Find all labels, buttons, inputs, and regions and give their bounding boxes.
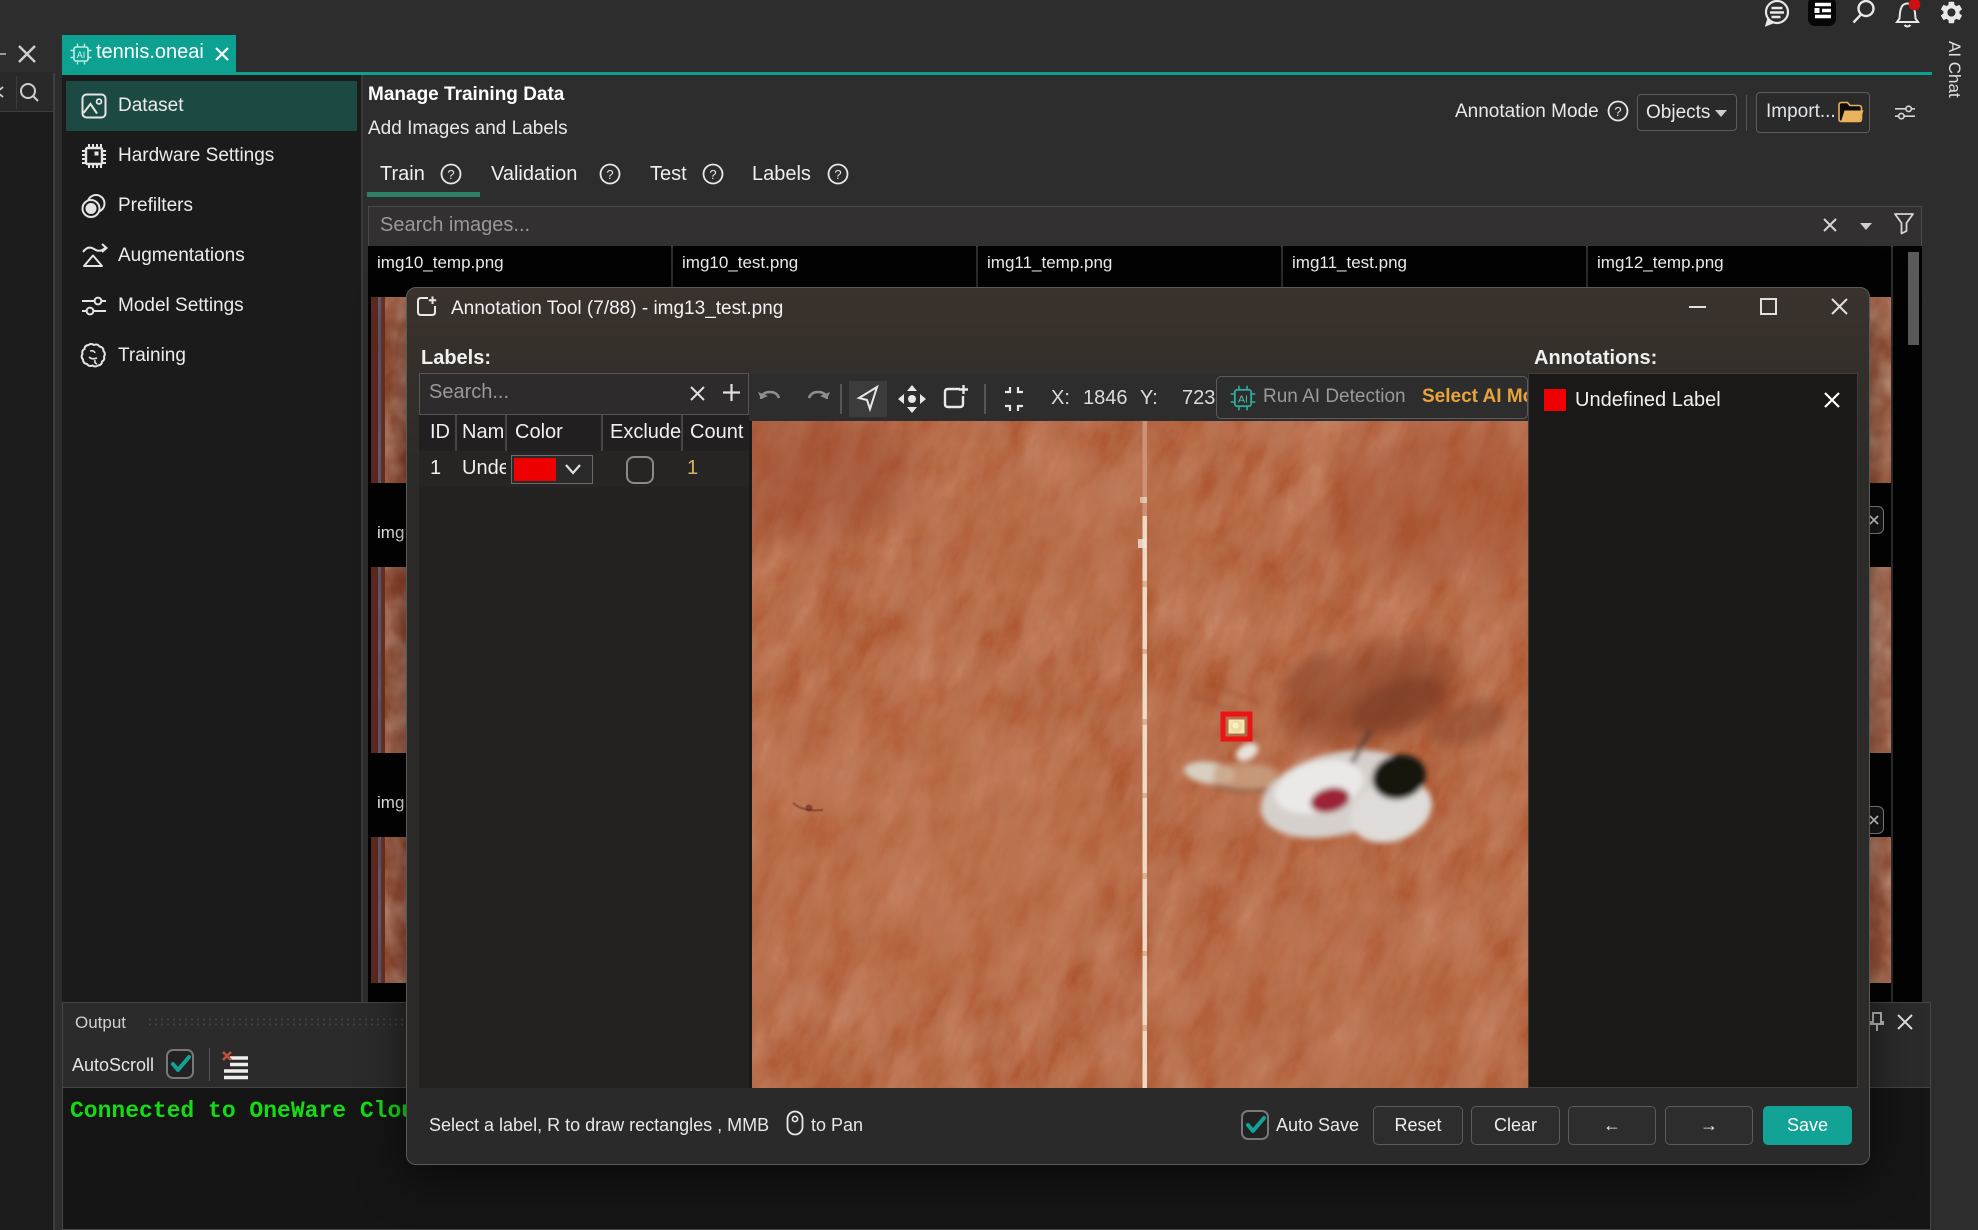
svg-text:AI: AI: [77, 50, 86, 60]
svg-text:?: ?: [1614, 104, 1621, 119]
svg-text:AI: AI: [1238, 394, 1248, 406]
svg-text:?: ?: [606, 167, 613, 182]
svg-text:?: ?: [447, 167, 454, 182]
svg-text:?: ?: [709, 167, 716, 182]
svg-text:?: ?: [834, 167, 841, 182]
